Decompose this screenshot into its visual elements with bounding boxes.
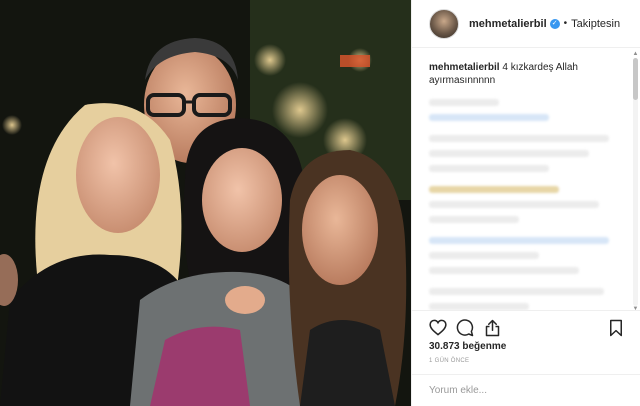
- blurred-comment: [429, 135, 609, 142]
- verified-badge-icon: ✓: [549, 18, 560, 29]
- follow-status-button[interactable]: Takiptesin: [571, 18, 620, 30]
- blurred-comment: [429, 252, 539, 259]
- blurred-comment: [429, 267, 579, 274]
- heart-icon: [429, 319, 447, 336]
- instagram-post: mehmetalierbil ✓ • Takiptesin ▲ ▼ mehmet…: [0, 0, 640, 406]
- add-comment-area: [412, 374, 640, 406]
- profile-username[interactable]: mehmetalierbil: [469, 18, 547, 30]
- post-actions: [412, 310, 640, 344]
- group-photo-illustration: [0, 0, 411, 406]
- comment-input[interactable]: [429, 385, 619, 396]
- blurred-comment: [429, 186, 559, 193]
- blurred-comment: [429, 150, 589, 157]
- post-header: mehmetalierbil ✓ • Takiptesin: [412, 0, 640, 48]
- blurred-comment: [429, 237, 609, 244]
- post-caption: mehmetalierbil 4 kızkardeş Allah ayırmas…: [429, 61, 623, 87]
- save-button[interactable]: [605, 317, 627, 339]
- caption-username[interactable]: mehmetalierbil: [429, 62, 500, 73]
- post-side-panel: mehmetalierbil ✓ • Takiptesin ▲ ▼ mehmet…: [411, 0, 640, 406]
- likes-count[interactable]: 30.873 beğenme: [429, 341, 506, 352]
- blurred-comment: [429, 216, 519, 223]
- speech-bubble-icon: [456, 318, 474, 336]
- like-button[interactable]: [427, 317, 449, 339]
- blurred-comment: [429, 165, 549, 172]
- blurred-comment: [429, 303, 529, 310]
- share-arrow-icon: [485, 319, 499, 336]
- bookmark-icon: [610, 319, 622, 336]
- blurred-comment: [429, 288, 604, 295]
- blurred-comment: [429, 114, 549, 121]
- share-button[interactable]: [481, 317, 503, 339]
- header-separator: •: [563, 18, 568, 29]
- profile-avatar[interactable]: [429, 8, 459, 39]
- post-timestamp[interactable]: 1 GÜN ÖNCE: [429, 358, 469, 364]
- comments-list: mehmetalierbil 4 kızkardeş Allah ayırmas…: [412, 48, 640, 310]
- blurred-comment: [429, 99, 499, 106]
- blurred-comment: [429, 201, 599, 208]
- comment-button[interactable]: [454, 317, 476, 339]
- post-photo[interactable]: [0, 0, 411, 406]
